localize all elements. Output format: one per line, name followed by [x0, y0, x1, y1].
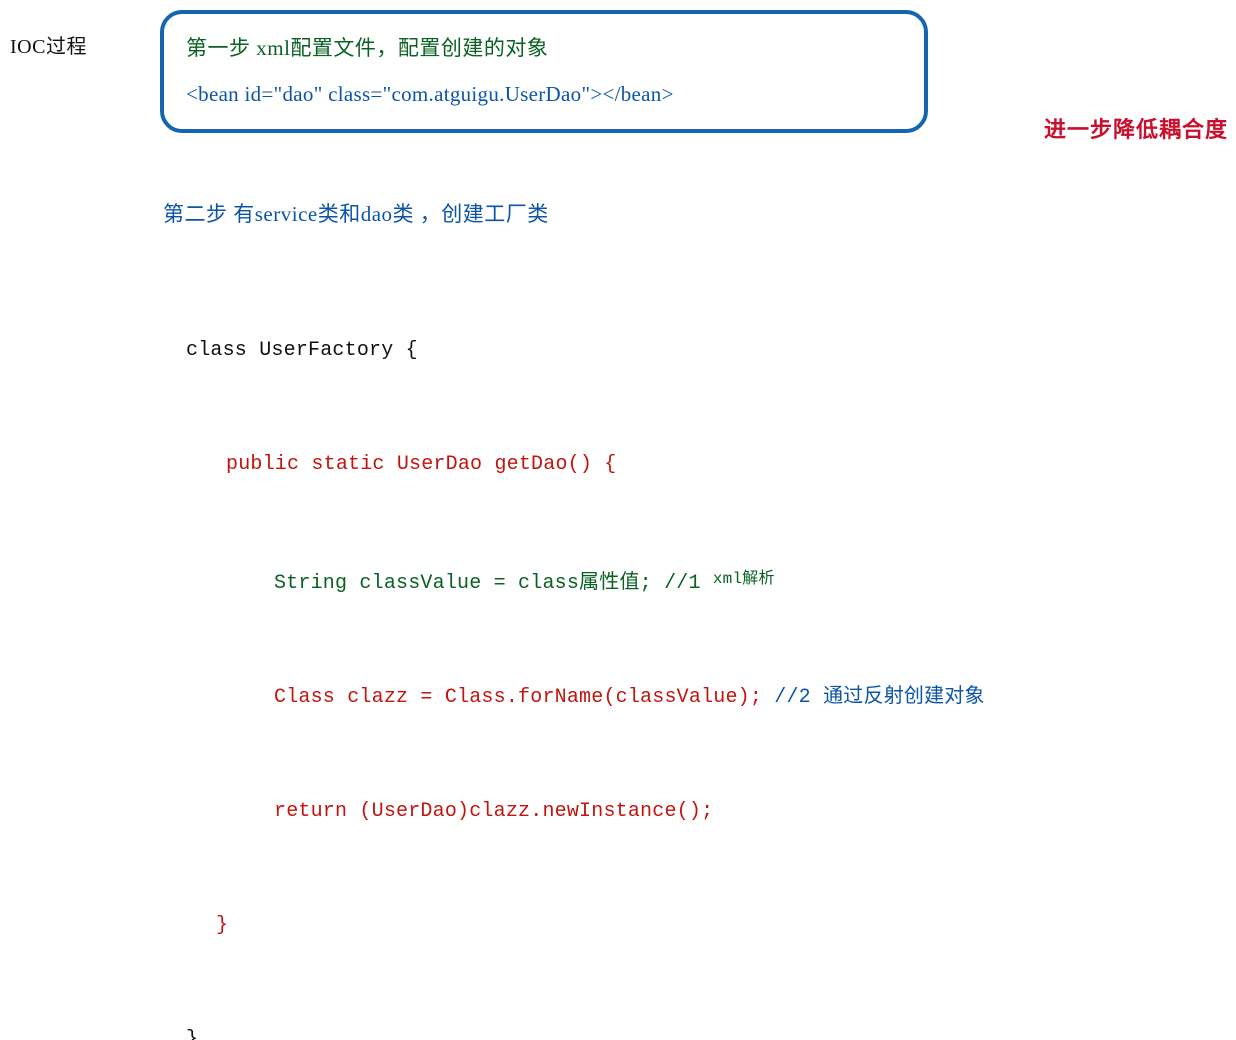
- code-line-method-close: }: [186, 907, 985, 945]
- code-comment-reflection: //2 通过反射创建对象: [774, 686, 985, 709]
- code-text-return: return (UserDao)clazz.newInstance();: [274, 800, 714, 823]
- code-comment-xml-parse-sup: xml解析: [712, 570, 775, 588]
- step-one-title: 第一步 xml配置文件，配置创建的对象: [186, 36, 549, 60]
- code-comment-xml-parse: //1: [664, 572, 713, 595]
- ioc-process-label: IOC过程: [10, 36, 87, 58]
- step-one-box: 第一步 xml配置文件，配置创建的对象 <bean id="dao" class…: [160, 10, 928, 133]
- code-text-method-close: }: [216, 914, 229, 937]
- code-line-forname: Class clazz = Class.forName(classValue);…: [186, 679, 985, 717]
- factory-code-block: class UserFactory { public static UserDa…: [186, 256, 985, 1040]
- step-one-box-content: 第一步 xml配置文件，配置创建的对象 <bean id="dao" class…: [164, 14, 924, 107]
- code-text-class-close: }: [186, 1028, 199, 1040]
- code-line-class-decl: class UserFactory {: [186, 332, 985, 370]
- step-two-title: 第二步 有service类和dao类 ，创建工厂类: [163, 202, 549, 226]
- code-text-forname: Class clazz = Class.forName(classValue);: [274, 686, 775, 709]
- coupling-note: 进一步降低耦合度: [1043, 117, 1228, 142]
- code-line-class-value: String classValue = class属性值; //1 xml解析: [186, 560, 985, 603]
- step-one-xml-snippet: <bean id="dao" class="com.atguigu.UserDa…: [186, 82, 674, 106]
- code-line-method-decl: public static UserDao getDao() {: [186, 446, 985, 484]
- code-text-class-value: String classValue = class属性值;: [274, 572, 665, 595]
- code-text-method-decl: public static UserDao getDao() {: [226, 453, 617, 476]
- code-line-return: return (UserDao)clazz.newInstance();: [186, 793, 985, 831]
- code-line-class-close: }: [186, 1021, 985, 1040]
- code-text-class-decl: class UserFactory {: [186, 339, 418, 362]
